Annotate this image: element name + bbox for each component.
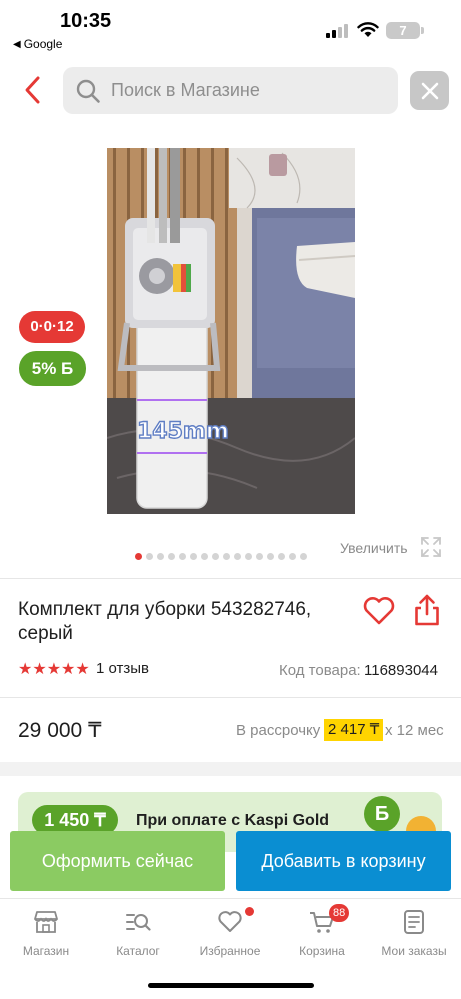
share-button[interactable]	[413, 593, 441, 627]
bonus-coin-icon: Б	[364, 796, 400, 832]
catalog-search-icon	[126, 914, 151, 931]
tab-label: Корзина	[299, 944, 345, 958]
promo-text: При оплате с Kaspi Gold	[136, 812, 330, 829]
product-image-caption: 145mm	[137, 419, 229, 444]
gallery-dot[interactable]	[256, 553, 263, 560]
product-price: 29 000 ₸	[18, 719, 102, 742]
gallery-dot[interactable]	[135, 553, 142, 560]
installment-badge: 0·0·12	[19, 311, 85, 343]
cellular-signal-icon	[326, 24, 348, 38]
close-icon	[421, 82, 438, 99]
gallery-dot[interactable]	[234, 553, 241, 560]
tab-favorites[interactable]: Избранное	[184, 907, 276, 967]
wifi-icon	[357, 22, 379, 37]
gallery-dot[interactable]	[278, 553, 285, 560]
back-button[interactable]	[20, 74, 48, 106]
tab-catalog[interactable]: Каталог	[92, 907, 184, 967]
product-title: Комплект для уборки 543282746, серый	[18, 599, 312, 644]
tab-store[interactable]: Магазин	[0, 907, 92, 967]
gallery-dot[interactable]	[267, 553, 274, 560]
divider	[0, 697, 461, 698]
gallery-dot[interactable]	[179, 553, 186, 560]
divider	[0, 578, 461, 579]
close-search-button[interactable]	[410, 71, 449, 110]
product-code-value: 116893044	[364, 662, 438, 679]
store-icon	[34, 911, 58, 933]
home-indicator[interactable]	[148, 983, 314, 988]
rating-stars[interactable]: ★★★★★	[18, 659, 90, 679]
heart-icon	[218, 911, 242, 932]
tab-orders[interactable]: Мои заказы	[368, 907, 460, 967]
section-separator	[0, 762, 461, 776]
gallery-dot[interactable]	[201, 553, 208, 560]
gallery-dot[interactable]	[168, 553, 175, 560]
gallery-dot[interactable]	[157, 553, 164, 560]
status-back-app-label: Google	[23, 37, 63, 51]
status-time: 10:35	[60, 10, 112, 32]
tab-cart[interactable]: 88 Корзина	[276, 904, 368, 967]
buy-now-button[interactable]: Оформить сейчас	[10, 831, 225, 891]
gallery-dot[interactable]	[212, 553, 219, 560]
zoom-label[interactable]: Увеличить	[340, 540, 408, 556]
gallery-dot[interactable]	[245, 553, 252, 560]
favorite-button[interactable]	[362, 596, 396, 626]
tab-label: Каталог	[116, 944, 160, 958]
orders-icon	[404, 910, 424, 934]
add-to-cart-button[interactable]: Добавить в корзину	[236, 831, 451, 891]
installment-label: В рассрочку	[236, 722, 321, 739]
tab-label: Избранное	[199, 944, 261, 958]
installment-term: х 12 мес	[385, 722, 444, 739]
gallery-dot[interactable]	[190, 553, 197, 560]
gallery-dot[interactable]	[300, 553, 307, 560]
gallery-pagination[interactable]	[135, 553, 307, 560]
battery-tip	[421, 27, 424, 34]
search-icon	[76, 79, 100, 103]
tab-label: Магазин	[22, 944, 70, 958]
search-input[interactable]	[111, 80, 381, 101]
gallery-dot[interactable]	[289, 553, 296, 560]
gallery-dot[interactable]	[223, 553, 230, 560]
screen: 10:35 ◀ Google 7 Поиск в Магазине 145mm …	[0, 0, 461, 999]
reviews-link[interactable]: 1 отзыв	[96, 660, 149, 677]
back-triangle-icon: ◀	[13, 38, 21, 50]
cart-count-badge: 88	[329, 904, 350, 922]
bonus-badge: 5% Б	[19, 351, 86, 386]
search-bar[interactable]	[63, 67, 398, 114]
notification-dot	[245, 907, 254, 916]
expand-icon[interactable]	[419, 535, 443, 559]
product-code-label: Код товара:	[279, 662, 361, 679]
product-photo: 145mm	[107, 148, 355, 514]
product-image[interactable]: 145mm	[107, 148, 355, 514]
status-back-to-app[interactable]: ◀ Google	[13, 37, 62, 51]
battery-indicator: 7	[386, 22, 420, 39]
gallery-dot[interactable]	[146, 553, 153, 560]
installment-amount: 2 417 ₸	[324, 719, 384, 741]
tab-label: Мои заказы	[381, 944, 447, 958]
